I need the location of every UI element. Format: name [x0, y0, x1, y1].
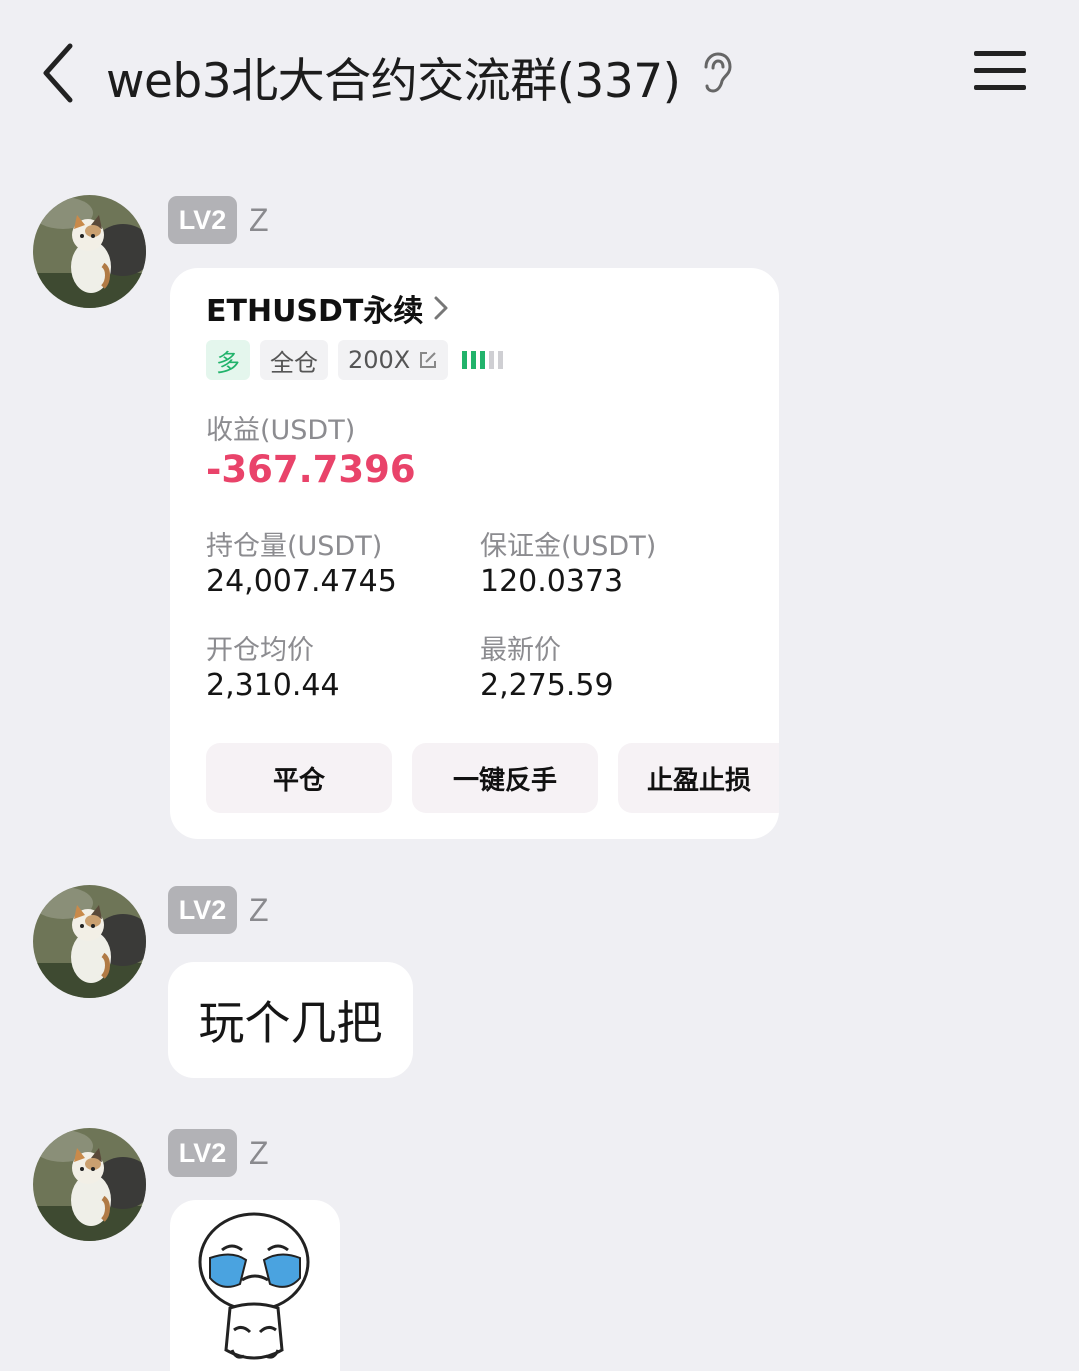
sender-line: LV2 Z: [168, 1129, 269, 1177]
avatar[interactable]: [33, 1128, 146, 1241]
edit-icon: [420, 352, 437, 368]
position-card[interactable]: ETHUSDT永续 多 全仓 200X 收益(USDT) -367.7396 持…: [170, 268, 779, 839]
sender-line: LV2 Z: [168, 196, 269, 244]
tp-sl-button[interactable]: 止盈止损: [618, 743, 779, 813]
signal-bars-icon: [462, 351, 504, 369]
sender-name[interactable]: Z: [249, 892, 269, 929]
sender-line: LV2 Z: [168, 886, 269, 934]
last-price-label: 最新价: [480, 635, 561, 666]
leverage-tag[interactable]: 200X: [338, 340, 449, 380]
chevron-right-icon: [434, 296, 448, 320]
ear-icon[interactable]: [700, 52, 734, 94]
size-label: 持仓量(USDT): [206, 531, 383, 562]
margin-value: 120.0373: [480, 564, 624, 599]
reverse-position-button[interactable]: 一键反手: [412, 743, 598, 813]
level-badge: LV2: [168, 1129, 237, 1177]
hamburger-menu-icon[interactable]: [974, 50, 1026, 92]
position-symbol[interactable]: ETHUSDT永续: [206, 280, 449, 336]
message-bubble[interactable]: 玩个几把: [168, 962, 413, 1078]
side-tag: 多: [206, 340, 250, 380]
level-badge: LV2: [168, 196, 237, 244]
avatar[interactable]: [33, 195, 146, 308]
entry-price-label: 开仓均价: [206, 635, 314, 666]
close-position-button[interactable]: 平仓: [206, 743, 392, 813]
sender-name[interactable]: Z: [249, 1135, 269, 1172]
chat-title: web3北大合约交流群(337): [106, 54, 681, 109]
last-price-value: 2,275.59: [480, 668, 614, 703]
chat-header: web3北大合约交流群(337): [0, 0, 1079, 150]
margin-label: 保证金(USDT): [480, 531, 657, 562]
position-tags: 多 全仓 200X: [206, 340, 504, 380]
pnl-label: 收益(USDT): [206, 415, 356, 446]
size-value: 24,007.4745: [206, 564, 397, 599]
symbol-label: ETHUSDT永续: [206, 294, 424, 329]
level-badge: LV2: [168, 886, 237, 934]
crying-sticker[interactable]: [170, 1200, 340, 1371]
back-chevron-icon[interactable]: [38, 40, 84, 106]
margin-mode-tag: 全仓: [260, 340, 328, 380]
avatar[interactable]: [33, 885, 146, 998]
entry-price-value: 2,310.44: [206, 668, 340, 703]
leverage-value: 200X: [348, 346, 411, 374]
sender-name[interactable]: Z: [249, 202, 269, 239]
pnl-value: -367.7396: [206, 448, 416, 491]
